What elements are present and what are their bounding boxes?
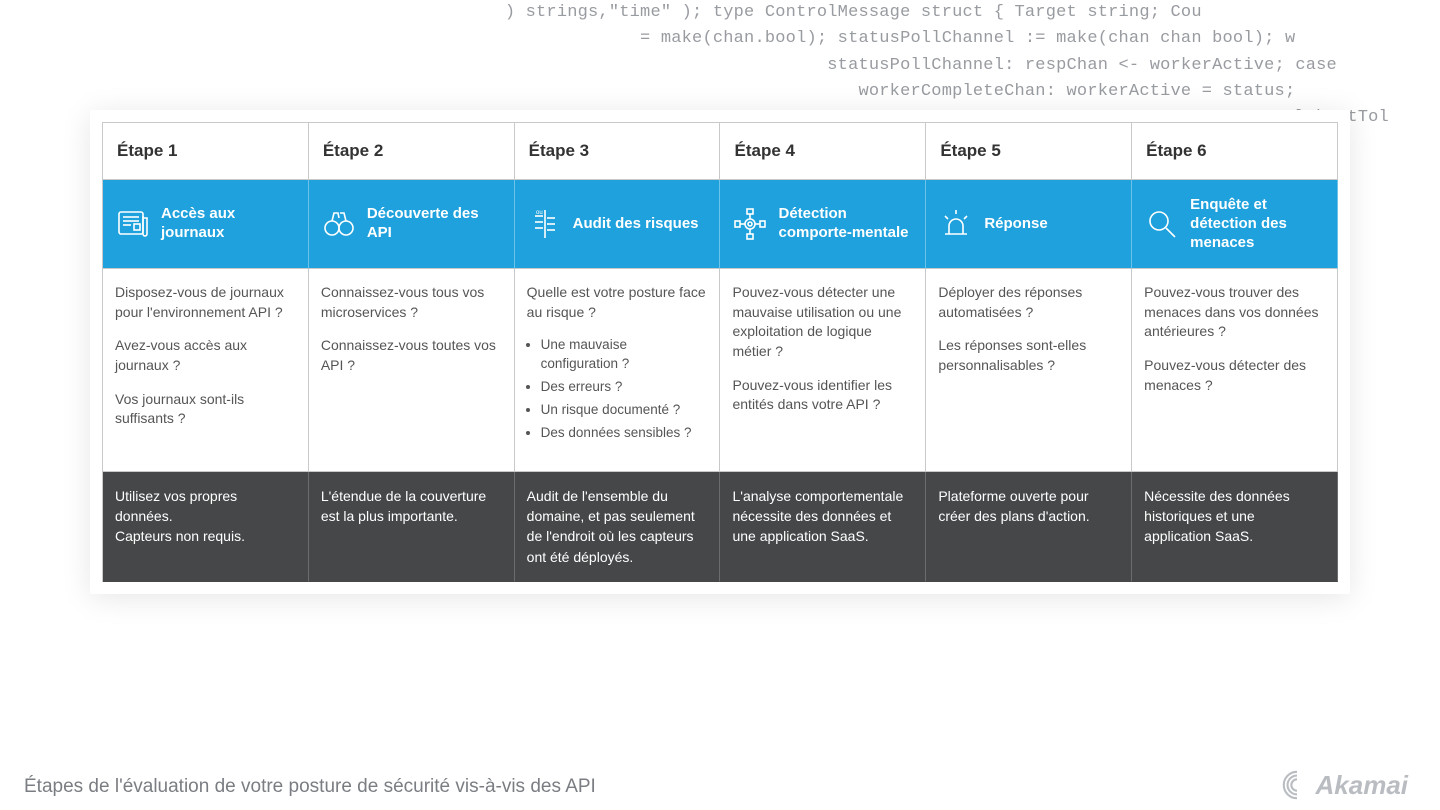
footer-6: Nécessite des données historiques et une… <box>1132 472 1338 582</box>
steps-grid: Étape 1 Étape 2 Étape 3 Étape 4 Étape 5 … <box>102 122 1338 582</box>
footer-2: L'étendue de la couverture est la plus i… <box>309 472 515 582</box>
network-icon <box>732 206 768 242</box>
magnify-icon <box>1144 206 1180 242</box>
title-6: Enquête et détection des menaces <box>1190 196 1325 252</box>
audit-icon: ou <box>527 206 563 242</box>
title-cell-2: Découverte des API <box>309 180 515 269</box>
caption: Étapes de l'évaluation de votre posture … <box>24 776 596 798</box>
title-3: Audit des risques <box>573 215 699 234</box>
title-cell-6: Enquête et détection des menaces <box>1132 180 1338 269</box>
newspaper-icon <box>115 206 151 242</box>
footer-5: Plateforme ouverte pour créer des plans … <box>926 472 1132 582</box>
footer-1: Utilisez vos propres données.Capteurs no… <box>103 472 309 582</box>
title-cell-3: ou Audit des risques <box>515 180 721 269</box>
title-5: Réponse <box>984 215 1047 234</box>
step-header-3: Étape 3 <box>515 123 721 180</box>
title-cell-1: Accès aux journaux <box>103 180 309 269</box>
title-2: Découverte des API <box>367 205 502 243</box>
logo-text: Akamai <box>1316 770 1409 801</box>
step-header-4: Étape 4 <box>720 123 926 180</box>
akamai-logo: Akamai <box>1280 768 1409 802</box>
footer-4: L'analyse comportementale nécessite des … <box>720 472 926 582</box>
siren-icon <box>938 206 974 242</box>
binoculars-icon <box>321 206 357 242</box>
step-header-1: Étape 1 <box>103 123 309 180</box>
akamai-wave-icon <box>1280 768 1314 802</box>
step-header-6: Étape 6 <box>1132 123 1338 180</box>
title-4: Détection comporte-mentale <box>778 205 913 243</box>
svg-text:ou: ou <box>536 210 543 216</box>
questions-2: Connaissez-vous tous vos microservices ?… <box>309 269 515 472</box>
questions-3: Quelle est votre posture face au risque … <box>515 269 721 472</box>
step-header-5: Étape 5 <box>926 123 1132 180</box>
questions-1: Disposez-vous de journaux pour l'environ… <box>103 269 309 472</box>
diagram-card: Étape 1 Étape 2 Étape 3 Étape 4 Étape 5 … <box>90 110 1350 594</box>
questions-4: Pouvez-vous détecter une mauvaise utilis… <box>720 269 926 472</box>
step-header-2: Étape 2 <box>309 123 515 180</box>
questions-6: Pouvez-vous trouver des menaces dans vos… <box>1132 269 1338 472</box>
title-cell-5: Réponse <box>926 180 1132 269</box>
questions-5: Déployer des réponses automatisées ? Les… <box>926 269 1132 472</box>
title-cell-4: Détection comporte-mentale <box>720 180 926 269</box>
footer-3: Audit de l'ensemble du domaine, et pas s… <box>515 472 721 582</box>
title-1: Accès aux journaux <box>161 205 296 243</box>
